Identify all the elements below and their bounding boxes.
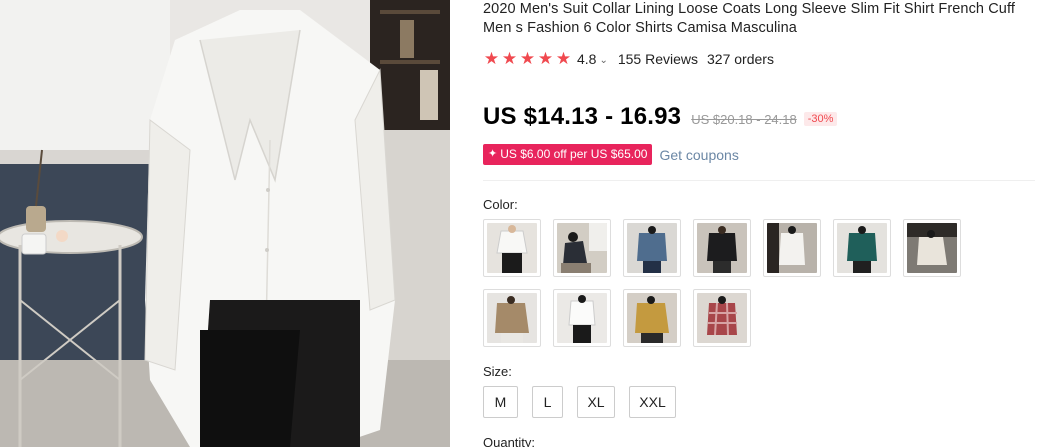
color-swatch-red-plaid-shirt[interactable] [693,289,751,347]
color-swatch-white-shirt-black-pants[interactable] [483,219,541,277]
coupon-row: ✦ US $6.00 off per US $65.00 Get coupons [483,144,739,165]
color-swatch-denim-blue-shirt[interactable] [623,219,681,277]
product-main-image[interactable] [0,0,450,447]
rating-stars[interactable]: ★ ★ ★ ★ ★ [483,50,573,68]
coupon-badge[interactable]: ✦ US $6.00 off per US $65.00 [483,144,653,165]
color-swatch-teal-green-shirt[interactable] [833,219,891,277]
original-price: US $20.18 - 24.18 [691,111,797,127]
color-swatch-khaki-shirt[interactable] [483,289,541,347]
color-swatch-mustard-shirt[interactable] [623,289,681,347]
star-icon: ★ [537,49,554,68]
product-info-panel: 2020 Men's Suit Collar Lining Loose Coat… [483,0,1038,447]
size-option-xxl[interactable]: XXL [629,386,676,418]
get-coupons-link[interactable]: Get coupons [659,147,738,163]
color-swatch-white-shirt-full[interactable] [553,289,611,347]
orders-count: 327 orders [707,51,774,67]
star-icon: ★ [519,49,536,68]
reviews-link[interactable]: 155 Reviews [618,51,698,67]
product-title: 2020 Men's Suit Collar Lining Loose Coat… [483,1,1015,36]
rating-row: ★ ★ ★ ★ ★ 4.8 ⌄ 155 Reviews 327 orders [483,50,774,68]
size-option-list: M L XL XXL [483,386,690,419]
sparkle-icon: ✦ [488,148,498,160]
divider [483,180,1035,181]
color-swatch-beige-shirt-mirror[interactable] [903,219,961,277]
color-label: Color: [483,197,518,212]
quantity-label: Quantity: [483,435,536,447]
size-label: Size: [483,364,512,379]
rating-value[interactable]: 4.8 [577,51,596,67]
chevron-down-icon[interactable]: ⌄ [599,55,607,66]
color-swatch-white-shirt-bedroom[interactable] [763,219,821,277]
size-option-xl[interactable]: XL [577,386,615,418]
current-price: US $14.13 - 16.93 [483,103,682,130]
price-row: US $14.13 - 16.93 US $20.18 - 24.18 -30% [483,102,838,132]
color-swatch-black-shirt[interactable] [693,219,751,277]
star-icon: ★ [483,49,500,68]
size-option-l[interactable]: L [532,386,563,418]
discount-badge: -30% [803,112,838,126]
coupon-text: US $6.00 off per US $65.00 [500,147,648,161]
color-swatch-dark-shirt-seated[interactable] [553,219,611,277]
star-icon: ★ [501,49,518,68]
star-icon: ★ [555,49,572,68]
size-option-m[interactable]: M [483,386,518,418]
